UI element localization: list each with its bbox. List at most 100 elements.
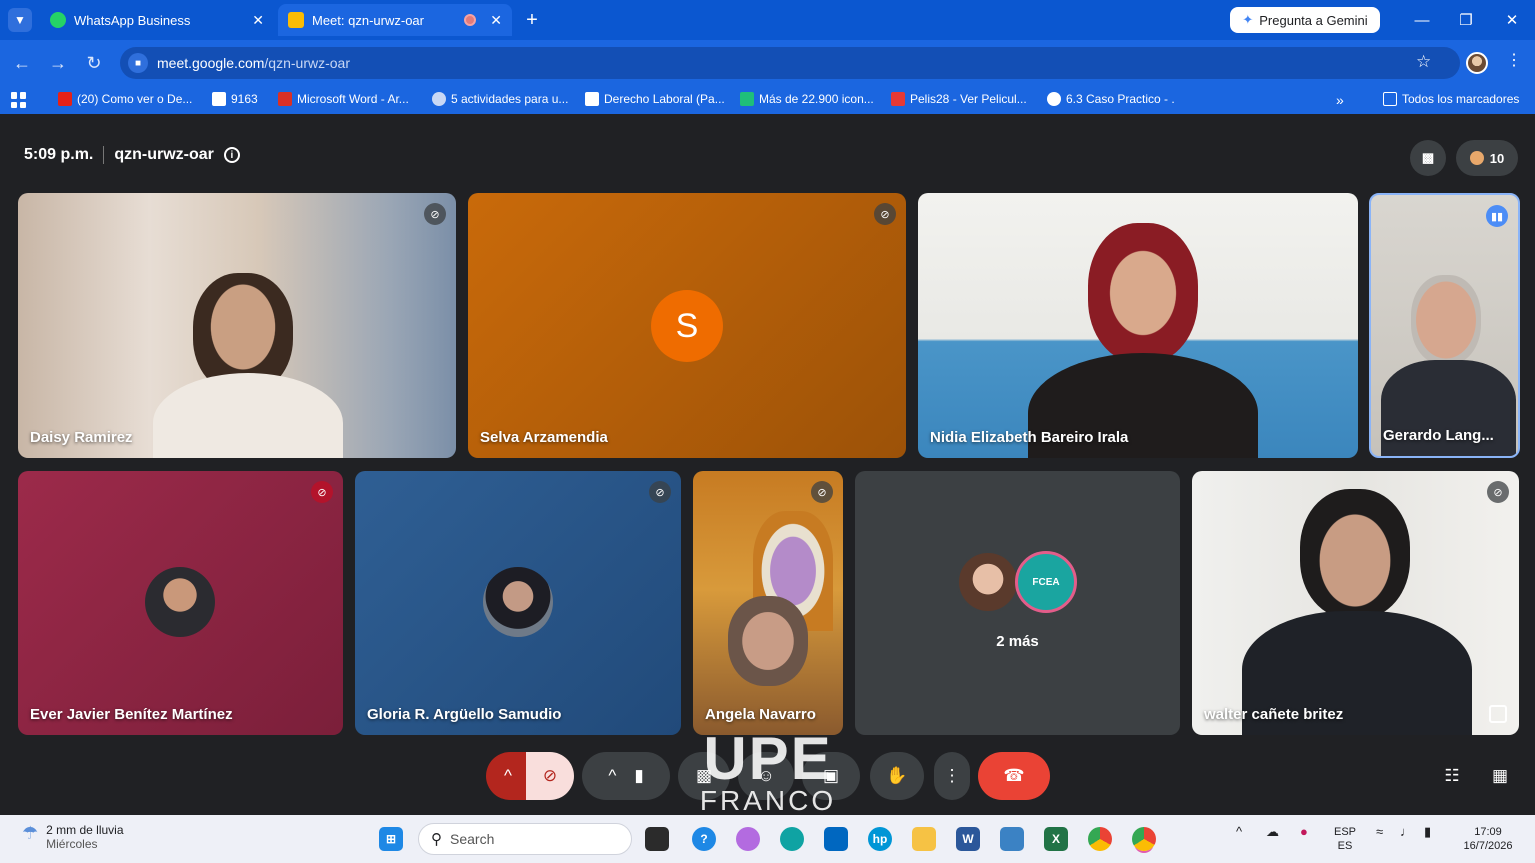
bookmark-label: 9163	[231, 92, 258, 106]
bookmark-item[interactable]: Microsoft Word - Ar...	[278, 92, 409, 106]
reactions-button[interactable]: ☺	[738, 752, 794, 800]
bookmark-label: 6.3 Caso Practico - .	[1066, 92, 1175, 106]
help-icon[interactable]: ?	[692, 827, 716, 851]
microphone-icon[interactable]: ●	[1300, 825, 1308, 839]
tab-whatsapp[interactable]: WhatsApp Business ✕	[40, 4, 274, 36]
reload-icon[interactable]: ↻	[80, 49, 108, 77]
hang-up-icon: ☎	[1003, 766, 1025, 785]
copilot-icon[interactable]	[736, 827, 760, 851]
captions-button[interactable]: ▩	[678, 752, 730, 800]
participant-initial-avatar: S	[651, 290, 723, 362]
participant-tile[interactable]: ⊘ Ever Javier Benítez Martínez	[18, 471, 343, 735]
tab-meet[interactable]: Meet: qzn-urwz-oar ✕	[278, 4, 512, 36]
header-divider	[103, 146, 105, 164]
clock[interactable]: 17:09 16/7/2026	[1458, 825, 1518, 853]
wifi-icon[interactable]: ≈	[1376, 825, 1383, 839]
raise-hand-button[interactable]: ✋	[870, 752, 924, 800]
more-participants-label: 2 más	[996, 633, 1039, 650]
participant-tile[interactable]: ▮▮ Gerardo Lang...	[1369, 193, 1520, 458]
bookmark-label: Microsoft Word - Ar...	[297, 92, 409, 106]
participant-video	[153, 373, 343, 458]
chrome-icon[interactable]	[1088, 827, 1112, 851]
bookmark-label: Derecho Laboral (Pa...	[604, 92, 725, 106]
participant-tile[interactable]: ⊘ Daisy Ramirez	[18, 193, 456, 458]
chrome-profile-icon[interactable]	[1132, 827, 1156, 851]
apps-grid-icon[interactable]	[11, 92, 27, 108]
pdf-icon	[278, 92, 292, 106]
bookmark-item[interactable]: 5 actividades para u...	[432, 92, 568, 106]
participant-tile[interactable]: ⊘ walter cañete britez	[1192, 471, 1519, 735]
restore-button[interactable]: ❐	[1446, 6, 1486, 34]
bookmark-item[interactable]: 9163	[212, 92, 258, 106]
bookmark-star-icon[interactable]: ☆	[1416, 52, 1431, 72]
more-participants-tile[interactable]: FCEA 2 más	[855, 471, 1180, 735]
chat-button[interactable]: ☷	[1434, 752, 1470, 800]
task-view-icon[interactable]	[645, 827, 669, 851]
bookmark-item[interactable]: Más de 22.900 icon...	[740, 92, 874, 106]
tab-search-button[interactable]: ▼	[8, 8, 32, 32]
back-icon[interactable]: ←	[8, 49, 36, 77]
participant-tile[interactable]: ⊘ Gloria R. Argüello Samudio	[355, 471, 681, 735]
close-window-button[interactable]: ✕	[1492, 6, 1532, 34]
excel-icon[interactable]: X	[1044, 827, 1068, 851]
file-explorer-icon[interactable]	[912, 827, 936, 851]
camera-off-icon[interactable]: ▩	[1410, 140, 1446, 176]
site-info-icon[interactable]: ■	[128, 53, 148, 73]
minimize-button[interactable]: —	[1402, 6, 1442, 34]
activities-button[interactable]: ▦	[1482, 752, 1518, 800]
close-icon[interactable]: ✕	[252, 12, 264, 29]
folder-icon	[1383, 92, 1397, 106]
mic-toggle-button[interactable]: ⊘	[526, 752, 574, 800]
outlook-icon[interactable]	[1000, 827, 1024, 851]
mic-off-icon: ⊘	[811, 481, 833, 503]
bookmark-item[interactable]: (20) Como ver o De...	[58, 92, 192, 106]
close-icon[interactable]: ✕	[490, 12, 502, 29]
store-icon[interactable]	[824, 827, 848, 851]
volume-icon[interactable]: ♩	[1400, 825, 1413, 839]
mic-options-button[interactable]: ^	[486, 752, 530, 800]
leave-call-button[interactable]: ☎	[978, 752, 1050, 800]
pin-icon[interactable]	[1489, 705, 1507, 723]
word-icon[interactable]: W	[956, 827, 980, 851]
language-indicator[interactable]: ESP ES	[1334, 825, 1356, 853]
windows-start-icon[interactable]: ⊞	[379, 827, 403, 851]
profile-avatar[interactable]	[1466, 52, 1488, 74]
forward-icon[interactable]: →	[44, 49, 72, 77]
bookmark-item[interactable]: Pelis28 - Ver Pelicul...	[891, 92, 1027, 106]
participant-name: Gloria R. Argüello Samudio	[367, 706, 562, 723]
participant-tile[interactable]: S ⊘ Selva Arzamendia	[468, 193, 906, 458]
globe-icon	[1047, 92, 1061, 106]
participant-tile[interactable]: ⊘ Angela Navarro	[693, 471, 843, 735]
hp-icon[interactable]: hp	[868, 827, 892, 851]
new-tab-button[interactable]: +	[520, 6, 544, 34]
edge-icon[interactable]	[780, 827, 804, 851]
tab-label: WhatsApp Business	[74, 12, 191, 28]
participant-name: Ever Javier Benítez Martínez	[30, 706, 233, 723]
participant-tile[interactable]: Nidia Elizabeth Bareiro Irala	[918, 193, 1358, 458]
show-hidden-icons[interactable]: ^	[1236, 825, 1242, 839]
camera-button[interactable]: ^ ▮	[582, 752, 670, 800]
onedrive-icon[interactable]: ☁	[1266, 825, 1279, 839]
more-bookmarks-icon[interactable]: »	[1336, 92, 1344, 108]
chat-icon: ☷	[1444, 766, 1460, 785]
more-options-button[interactable]: ⋮	[934, 752, 970, 800]
weather-widget[interactable]: ☂ 2 mm de lluvia Miércoles	[22, 823, 124, 851]
clock-date: 16/7/2026	[1463, 840, 1513, 852]
more-options-icon[interactable]: ⋮	[1506, 50, 1522, 70]
mic-off-icon: ⊘	[649, 481, 671, 503]
info-icon[interactable]: i	[223, 147, 240, 163]
bookmark-item[interactable]: 6.3 Caso Practico - .	[1047, 92, 1175, 106]
address-bar[interactable]: ■ meet.google.com/qzn-urwz-oar	[120, 47, 1460, 79]
all-bookmarks-button[interactable]: Todos los marcadores	[1383, 92, 1519, 106]
whatsapp-icon	[50, 12, 66, 28]
meet-call-area: 5:09 p.m. qzn-urwz-oar i ▩ 10 ⊘ Daisy Ra…	[0, 120, 1535, 815]
taskbar-search[interactable]: ⚲ Search	[418, 823, 632, 855]
battery-icon[interactable]: ▮	[1424, 825, 1431, 839]
bookmark-item[interactable]: Derecho Laboral (Pa...	[585, 92, 725, 106]
windows-taskbar: ☂ 2 mm de lluvia Miércoles ⊞ ⚲ Search ? …	[0, 815, 1535, 863]
url-text[interactable]: meet.google.com/qzn-urwz-oar	[157, 55, 350, 71]
participant-name: Gerardo Lang...	[1383, 427, 1494, 444]
participants-button[interactable]: 10	[1456, 140, 1518, 176]
gemini-button[interactable]: ✦ Pregunta a Gemini	[1230, 7, 1380, 33]
present-button[interactable]: ▣	[802, 752, 860, 800]
